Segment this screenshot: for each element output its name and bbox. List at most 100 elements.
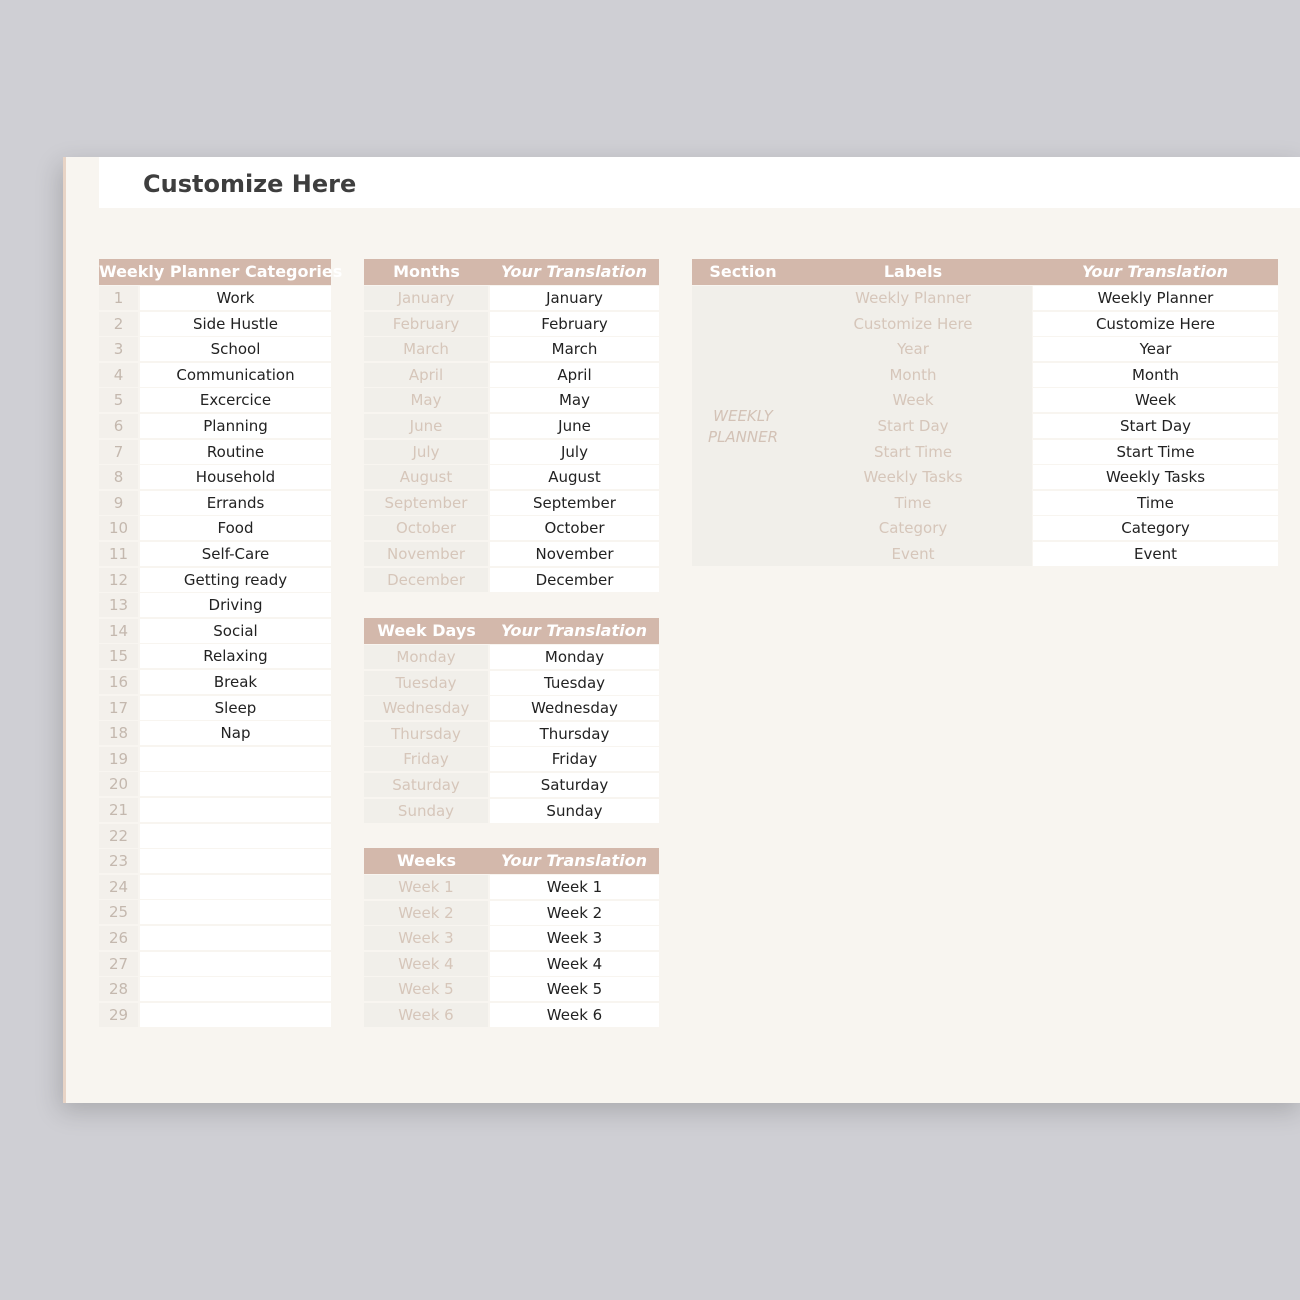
translation-cell[interactable]: September <box>490 490 659 515</box>
label-translation-cell[interactable]: Week <box>1033 388 1278 413</box>
label-translation-cell[interactable]: Month <box>1033 362 1278 387</box>
translation-cell[interactable]: Week 2 <box>490 900 659 925</box>
translation-cell[interactable]: December <box>490 567 659 592</box>
row-number: 3 <box>99 337 138 362</box>
category-row: 14 Social <box>99 618 331 645</box>
row-number: 6 <box>99 414 138 438</box>
category-row: 22 <box>99 823 331 850</box>
category-row: 28 <box>99 977 331 1003</box>
category-cell[interactable]: Getting ready <box>140 567 331 592</box>
source-cell: Week 3 <box>364 926 488 951</box>
translation-cell[interactable]: Week 4 <box>490 951 659 976</box>
row-number: 11 <box>99 542 138 566</box>
label-row: Start Day Start Day <box>692 414 1278 440</box>
category-cell[interactable] <box>140 823 331 848</box>
source-cell: Wednesday <box>364 696 488 721</box>
translation-cell[interactable]: April <box>490 362 659 387</box>
category-row: 6 Planning <box>99 414 331 440</box>
source-cell: April <box>364 362 488 387</box>
label-translation-cell[interactable]: Start Day <box>1033 414 1278 438</box>
source-cell: July <box>364 439 488 464</box>
row-number: 2 <box>99 311 138 336</box>
category-cell[interactable] <box>140 900 331 925</box>
translation-cell[interactable]: February <box>490 311 659 336</box>
translation-cell[interactable]: March <box>490 337 659 362</box>
translation-cell[interactable]: Tuesday <box>490 670 659 695</box>
month-row: October October <box>364 516 659 542</box>
category-cell[interactable]: School <box>140 337 331 362</box>
category-cell[interactable]: Household <box>140 465 331 490</box>
category-cell[interactable]: Food <box>140 516 331 541</box>
category-cell[interactable] <box>140 772 331 797</box>
category-cell[interactable] <box>140 926 331 950</box>
translation-cell[interactable]: Week 3 <box>490 926 659 951</box>
category-cell[interactable]: Relaxing <box>140 644 331 669</box>
translation-cell[interactable]: August <box>490 465 659 490</box>
category-row: 15 Relaxing <box>99 644 331 670</box>
labels-translation-header: Your Translation <box>1082 262 1228 281</box>
label-row: Event Event <box>692 542 1278 568</box>
translation-cell[interactable]: Thursday <box>490 721 659 746</box>
translation-cell[interactable]: Week 5 <box>490 977 659 1002</box>
translation-cell[interactable]: Friday <box>490 747 659 772</box>
row-number: 27 <box>99 951 138 976</box>
row-number: 26 <box>99 926 138 950</box>
category-cell[interactable]: Nap <box>140 721 331 746</box>
category-cell[interactable] <box>140 977 331 1002</box>
category-cell[interactable]: Social <box>140 618 331 643</box>
translation-cell[interactable]: Wednesday <box>490 696 659 721</box>
translation-cell[interactable]: May <box>490 388 659 413</box>
source-cell: September <box>364 490 488 515</box>
translation-cell[interactable]: January <box>490 286 659 310</box>
category-cell[interactable]: Planning <box>140 414 331 438</box>
category-row: 11 Self-Care <box>99 542 331 568</box>
source-cell: December <box>364 567 488 592</box>
translation-cell[interactable]: Sunday <box>490 798 659 823</box>
label-translation-cell[interactable]: Time <box>1033 490 1278 515</box>
translation-cell[interactable]: October <box>490 516 659 541</box>
source-cell: Saturday <box>364 773 488 797</box>
label-translation-cell[interactable]: Weekly Tasks <box>1033 465 1278 490</box>
category-cell[interactable] <box>140 746 331 771</box>
month-row: September September <box>364 490 659 517</box>
translation-cell[interactable]: Monday <box>490 645 659 669</box>
weekdays-header: Week Days Your Translation <box>364 618 659 644</box>
translation-cell[interactable]: June <box>490 414 659 438</box>
category-cell[interactable]: Break <box>140 670 331 694</box>
label-translation-cell[interactable]: Category <box>1033 516 1278 541</box>
category-cell[interactable]: Driving <box>140 593 331 618</box>
label-translation-cell[interactable]: Weekly Planner <box>1033 286 1278 310</box>
source-cell: January <box>364 286 488 310</box>
weekday-row: Sunday Sunday <box>364 798 659 825</box>
category-row: 25 <box>99 900 331 926</box>
category-cell[interactable] <box>140 1002 331 1027</box>
row-number: 9 <box>99 490 138 515</box>
translation-cell[interactable]: Week 6 <box>490 1003 659 1027</box>
category-cell[interactable]: Routine <box>140 439 331 464</box>
category-cell[interactable]: Self-Care <box>140 542 331 566</box>
weekday-row: Saturday Saturday <box>364 773 659 799</box>
translation-cell[interactable]: Week 1 <box>490 875 659 899</box>
category-cell[interactable]: Communication <box>140 362 331 387</box>
category-cell[interactable] <box>140 951 331 976</box>
category-cell[interactable] <box>140 849 331 874</box>
label-translation-cell[interactable]: Start Time <box>1033 439 1278 464</box>
category-cell[interactable] <box>140 798 331 822</box>
week-row: Week 2 Week 2 <box>364 900 659 927</box>
category-row: 17 Sleep <box>99 695 331 722</box>
category-cell[interactable]: Sleep <box>140 695 331 720</box>
translation-cell[interactable]: Saturday <box>490 773 659 797</box>
category-cell[interactable] <box>140 874 331 899</box>
label-translation-cell[interactable]: Year <box>1033 337 1278 362</box>
category-row: 5 Excercice <box>99 388 331 414</box>
label-translation-cell[interactable]: Event <box>1033 542 1278 566</box>
label-translation-cell[interactable]: Customize Here <box>1033 311 1278 336</box>
category-cell[interactable]: Work <box>140 286 331 310</box>
translation-cell[interactable]: November <box>490 542 659 566</box>
translation-cell[interactable]: July <box>490 439 659 464</box>
weeks-translation-header: Your Translation <box>501 851 647 870</box>
category-cell[interactable]: Excercice <box>140 388 331 413</box>
category-row: 1 Work <box>99 286 331 312</box>
category-cell[interactable]: Errands <box>140 490 331 515</box>
category-cell[interactable]: Side Hustle <box>140 311 331 336</box>
